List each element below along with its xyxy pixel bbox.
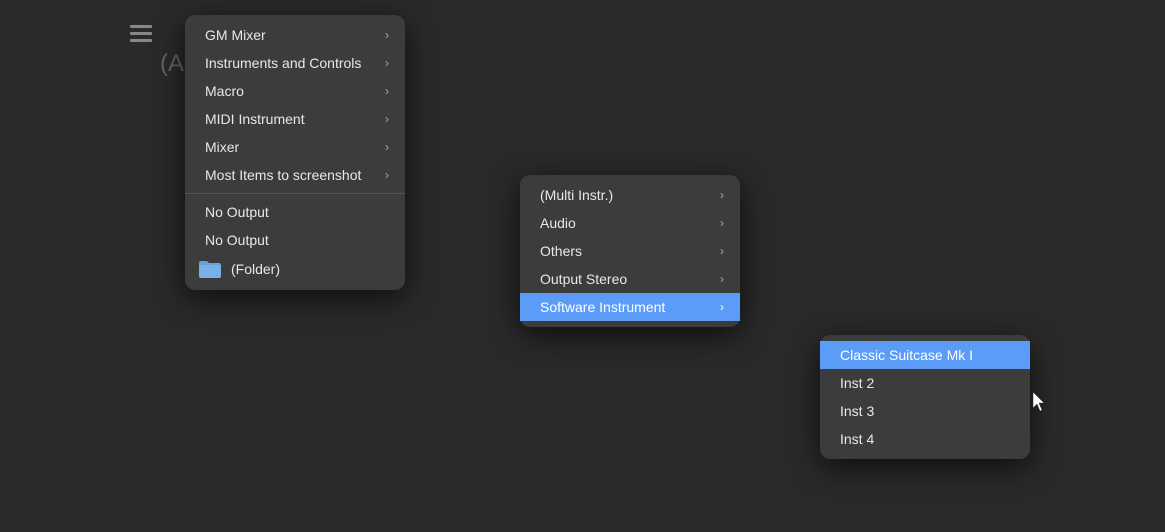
- folder-icon: [199, 260, 221, 278]
- menu-tertiary: Classic Suitcase Mk I Inst 2 Inst 3 Inst…: [820, 335, 1030, 459]
- multi-instr-label: (Multi Instr.): [540, 187, 613, 203]
- chevron-icon: ›: [385, 112, 389, 126]
- menu-primary: GM Mixer › Instruments and Controls › Ma…: [185, 15, 405, 290]
- menu-item-midi-label: MIDI Instrument: [205, 111, 305, 127]
- menu-item-instruments-label: Instruments and Controls: [205, 55, 361, 71]
- menu-item-classic-suitcase[interactable]: Classic Suitcase Mk I: [820, 341, 1030, 369]
- menu-item-audio[interactable]: Audio ›: [520, 209, 740, 237]
- no-output-2-label: No Output: [205, 232, 269, 248]
- menu-item-folder[interactable]: (Folder): [185, 254, 405, 284]
- inst3-label: Inst 3: [840, 403, 874, 419]
- chevron-icon: ›: [720, 216, 724, 230]
- chevron-icon: ›: [385, 140, 389, 154]
- cursor: [1033, 392, 1047, 412]
- menu-item-gm-mixer-label: GM Mixer: [205, 27, 266, 43]
- menu-item-multi-instr[interactable]: (Multi Instr.) ›: [520, 181, 740, 209]
- menu-item-others[interactable]: Others ›: [520, 237, 740, 265]
- menu-item-instruments[interactable]: Instruments and Controls ›: [185, 49, 405, 77]
- chevron-icon: ›: [720, 188, 724, 202]
- toolbar-icon: [130, 25, 152, 43]
- menu-item-mixer-label: Mixer: [205, 139, 239, 155]
- output-stereo-label: Output Stereo: [540, 271, 627, 287]
- chevron-icon: ›: [385, 84, 389, 98]
- chevron-icon: ›: [385, 56, 389, 70]
- menu-item-software-instrument[interactable]: Software Instrument ›: [520, 293, 740, 321]
- menu-item-most-items[interactable]: Most Items to screenshot ›: [185, 161, 405, 189]
- software-instrument-label: Software Instrument: [540, 299, 665, 315]
- classic-suitcase-label: Classic Suitcase Mk I: [840, 347, 973, 363]
- menu-secondary: (Multi Instr.) › Audio › Others › Output…: [520, 175, 740, 327]
- audio-label: Audio: [540, 215, 576, 231]
- chevron-icon: ›: [720, 300, 724, 314]
- menu-item-gm-mixer[interactable]: GM Mixer ›: [185, 21, 405, 49]
- menu-item-no-output-1[interactable]: No Output: [185, 198, 405, 226]
- menu-item-inst4[interactable]: Inst 4: [820, 425, 1030, 453]
- menu-item-midi[interactable]: MIDI Instrument ›: [185, 105, 405, 133]
- inst4-label: Inst 4: [840, 431, 874, 447]
- chevron-icon: ›: [720, 272, 724, 286]
- menu-item-no-output-2[interactable]: No Output: [185, 226, 405, 254]
- menu-item-inst2[interactable]: Inst 2: [820, 369, 1030, 397]
- chevron-icon: ›: [385, 28, 389, 42]
- chevron-icon: ›: [385, 168, 389, 182]
- menu-item-most-items-label: Most Items to screenshot: [205, 167, 361, 183]
- no-output-1-label: No Output: [205, 204, 269, 220]
- menu-divider: [185, 193, 405, 194]
- inst2-label: Inst 2: [840, 375, 874, 391]
- menu-item-mixer[interactable]: Mixer ›: [185, 133, 405, 161]
- menu-item-output-stereo[interactable]: Output Stereo ›: [520, 265, 740, 293]
- menu-item-macro[interactable]: Macro ›: [185, 77, 405, 105]
- others-label: Others: [540, 243, 582, 259]
- chevron-icon: ›: [720, 244, 724, 258]
- menu-item-inst3[interactable]: Inst 3: [820, 397, 1030, 425]
- folder-label: (Folder): [231, 261, 280, 277]
- menu-item-macro-label: Macro: [205, 83, 244, 99]
